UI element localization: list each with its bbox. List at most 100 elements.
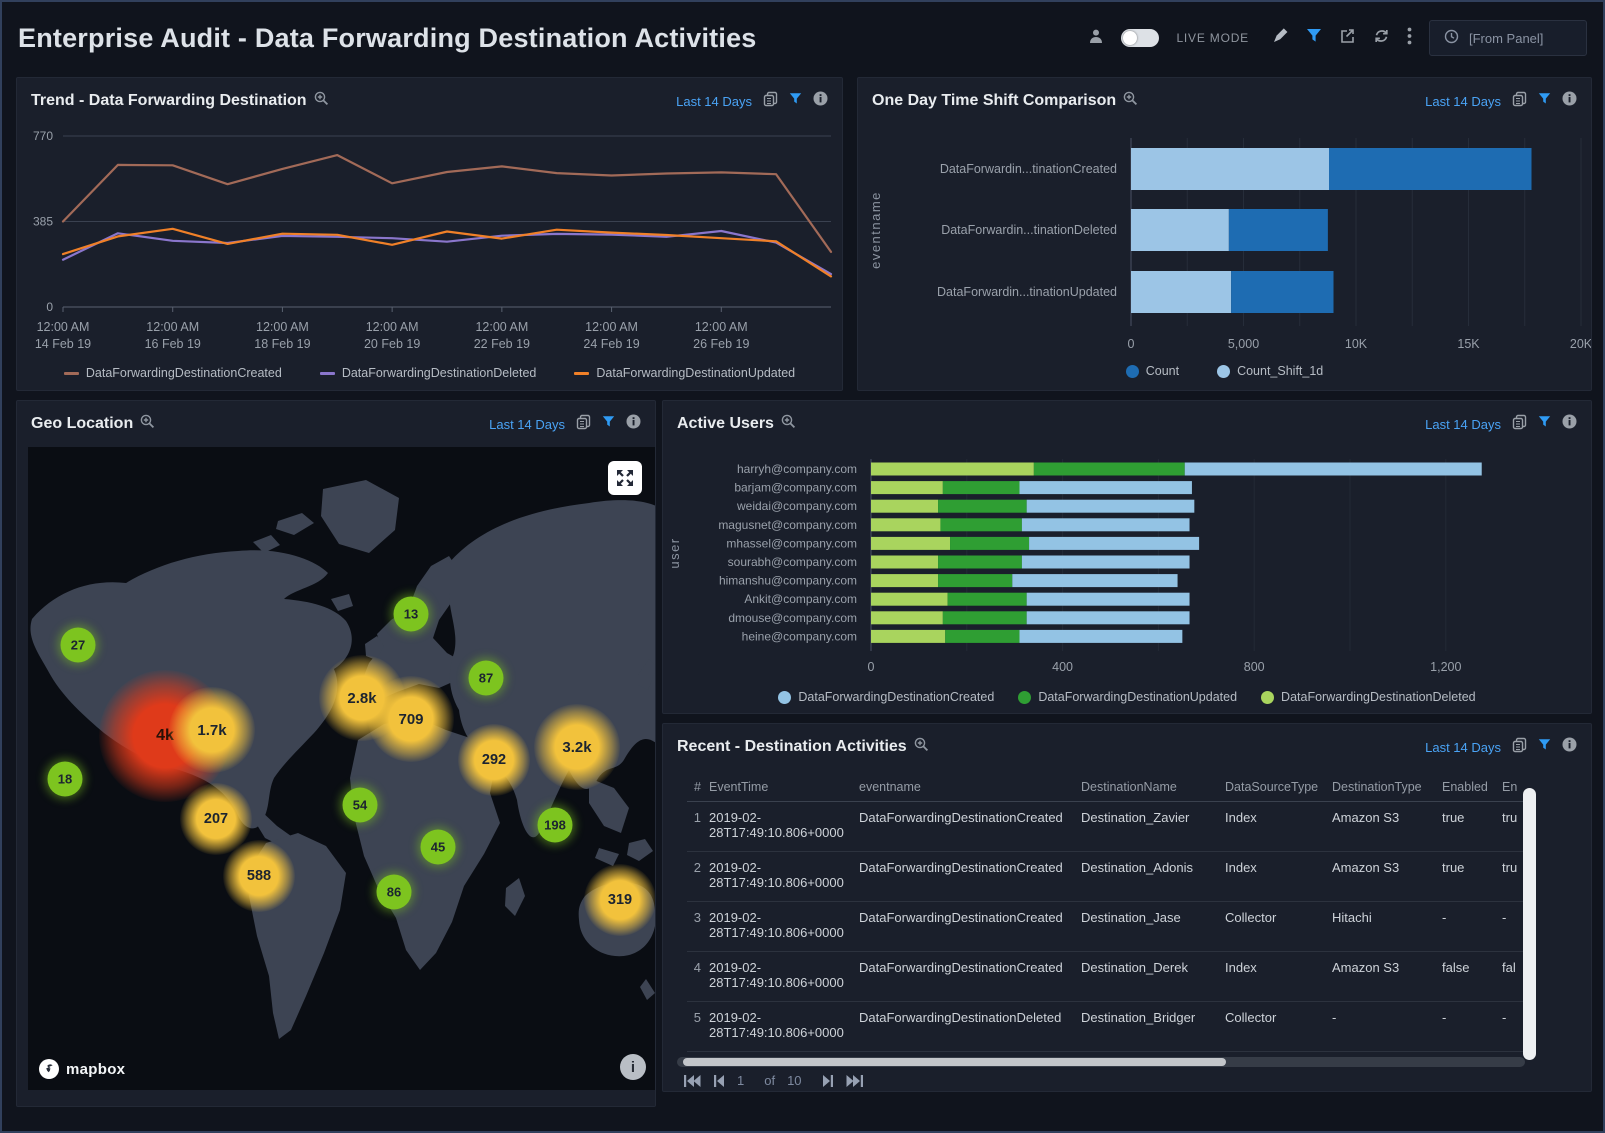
zoom-in-icon[interactable]	[1123, 91, 1138, 111]
zoom-in-icon[interactable]	[140, 414, 155, 434]
copy-icon[interactable]	[1512, 414, 1527, 435]
svg-text:12:00 AM: 12:00 AM	[366, 320, 419, 334]
time-range-value: [From Panel]	[1469, 31, 1543, 46]
copy-icon[interactable]	[1512, 91, 1527, 112]
filter-icon[interactable]	[1538, 738, 1551, 756]
filter-icon[interactable]	[789, 92, 802, 110]
panel-trend: Trend - Data Forwarding Destination Last…	[16, 77, 843, 391]
copy-icon[interactable]	[576, 414, 591, 435]
vertical-scrollbar[interactable]	[1523, 788, 1536, 1060]
expand-icon[interactable]	[608, 461, 642, 495]
time-range-label[interactable]: Last 14 Days	[1425, 417, 1501, 432]
first-page-icon[interactable]	[683, 1074, 701, 1088]
scrollbar-thumb[interactable]	[683, 1058, 1226, 1066]
map-bubble[interactable]: 45	[421, 830, 456, 865]
map-bubble[interactable]: 18	[48, 762, 83, 797]
map-bubble[interactable]: 198	[538, 808, 573, 843]
legend-item[interactable]: DataForwardingDestinationUpdated	[574, 366, 795, 380]
map-bubble[interactable]: 292	[458, 724, 530, 796]
more-menu-icon[interactable]	[1407, 27, 1412, 50]
filter-icon[interactable]	[1538, 92, 1551, 110]
map-bubble[interactable]: 319	[584, 864, 656, 936]
time-range-label[interactable]: Last 14 Days	[1425, 94, 1501, 109]
svg-text:0: 0	[868, 660, 875, 674]
filter-icon[interactable]	[1538, 415, 1551, 433]
world-map[interactable]: 4k2.8k7093.2k1.7k29220758831927138718544…	[28, 447, 656, 1090]
legend-label: DataForwardingDestinationUpdated	[1038, 690, 1237, 704]
map-bubble[interactable]: 588	[223, 840, 295, 912]
panel-title: Trend - Data Forwarding Destination	[31, 92, 307, 110]
table-row[interactable]: 52019-02-28T17:49:10.806+0000DataForward…	[687, 1002, 1531, 1052]
cell-time: 2019-02-28T17:49:10.806+0000	[709, 910, 859, 945]
filter-icon[interactable]	[1306, 28, 1322, 48]
time-range-label[interactable]: Last 14 Days	[676, 94, 752, 109]
table-row[interactable]: 22019-02-28T17:49:10.806+0000DataForward…	[687, 852, 1531, 902]
map-bubble[interactable]: 709	[368, 676, 454, 762]
info-icon[interactable]	[813, 91, 828, 111]
legend-marker	[1217, 365, 1230, 378]
panel-active-users: Active Users Last 14 Days harryh@company…	[662, 400, 1592, 714]
filter-icon[interactable]	[602, 415, 615, 433]
user-icon[interactable]	[1088, 28, 1104, 49]
toggle-knob	[1123, 31, 1137, 45]
svg-text:770: 770	[33, 129, 53, 143]
next-page-icon[interactable]	[822, 1074, 834, 1088]
cell-enabled: -	[1442, 910, 1502, 945]
cell-destination: Destination_Adonis	[1081, 860, 1225, 895]
zoom-in-icon[interactable]	[914, 737, 929, 757]
column-header[interactable]: EventTime	[709, 780, 859, 794]
cell-source-type: Index	[1225, 810, 1332, 845]
map-bubble[interactable]: 13	[394, 597, 429, 632]
column-header[interactable]: Enabled	[1442, 780, 1502, 794]
info-icon[interactable]	[1562, 414, 1577, 434]
table-row[interactable]: 32019-02-28T17:49:10.806+0000DataForward…	[687, 902, 1531, 952]
copy-icon[interactable]	[763, 91, 778, 112]
zoom-in-icon[interactable]	[314, 91, 329, 111]
map-bubble[interactable]: 54	[343, 788, 378, 823]
last-page-icon[interactable]	[846, 1074, 864, 1088]
edit-icon[interactable]	[1272, 27, 1289, 49]
mapbox-attribution[interactable]: mapbox	[38, 1058, 125, 1080]
legend-item[interactable]: DataForwardingDestinationUpdated	[1018, 690, 1237, 704]
table-row[interactable]: 42019-02-28T17:49:10.806+0000DataForward…	[687, 952, 1531, 1002]
horizontal-scrollbar[interactable]	[677, 1057, 1525, 1067]
panel-time-shift: One Day Time Shift Comparison Last 14 Da…	[857, 77, 1592, 391]
legend-item[interactable]: Count	[1126, 364, 1179, 378]
column-header[interactable]: DataSourceType	[1225, 780, 1332, 794]
time-range-label[interactable]: Last 14 Days	[489, 417, 565, 432]
map-bubble[interactable]: 3.2k	[534, 704, 620, 790]
info-icon[interactable]	[1562, 737, 1577, 757]
svg-text:12:00 AM: 12:00 AM	[475, 320, 528, 334]
cell-num: 4	[687, 960, 709, 995]
svg-text:10K: 10K	[1345, 337, 1368, 351]
cell-eventname: DataForwardingDestinationCreated	[859, 810, 1081, 845]
column-header[interactable]: DestinationName	[1081, 780, 1225, 794]
map-bubble[interactable]: 1.7k	[169, 687, 255, 773]
legend-item[interactable]: Count_Shift_1d	[1217, 364, 1323, 378]
legend-item[interactable]: DataForwardingDestinationCreated	[64, 366, 282, 380]
map-bubble[interactable]: 27	[61, 628, 96, 663]
live-mode-toggle[interactable]	[1121, 29, 1159, 47]
info-icon[interactable]	[626, 414, 641, 434]
prev-page-icon[interactable]	[713, 1074, 725, 1088]
svg-text:12:00 AM: 12:00 AM	[695, 320, 748, 334]
table-row[interactable]: 12019-02-28T17:49:10.806+0000DataForward…	[687, 802, 1531, 852]
time-range-label[interactable]: Last 14 Days	[1425, 740, 1501, 755]
zoom-in-icon[interactable]	[781, 414, 796, 434]
column-header[interactable]: #	[687, 780, 709, 794]
column-header[interactable]: DestinationType	[1332, 780, 1442, 794]
column-header[interactable]: eventname	[859, 780, 1081, 794]
legend-label: DataForwardingDestinationCreated	[86, 366, 282, 380]
legend-item[interactable]: DataForwardingDestinationDeleted	[320, 366, 537, 380]
info-icon[interactable]	[1562, 91, 1577, 111]
map-bubble[interactable]: 87	[469, 661, 504, 696]
share-icon[interactable]	[1339, 28, 1356, 49]
map-info-icon[interactable]: i	[620, 1054, 646, 1080]
legend-item[interactable]: DataForwardingDestinationDeleted	[1261, 690, 1476, 704]
legend-item[interactable]: DataForwardingDestinationCreated	[778, 690, 994, 704]
copy-icon[interactable]	[1512, 737, 1527, 758]
svg-text:barjam@company.com: barjam@company.com	[734, 481, 857, 495]
map-bubble[interactable]: 86	[377, 875, 412, 910]
time-range-selector[interactable]: [From Panel]	[1429, 20, 1587, 56]
refresh-icon[interactable]	[1373, 28, 1390, 49]
